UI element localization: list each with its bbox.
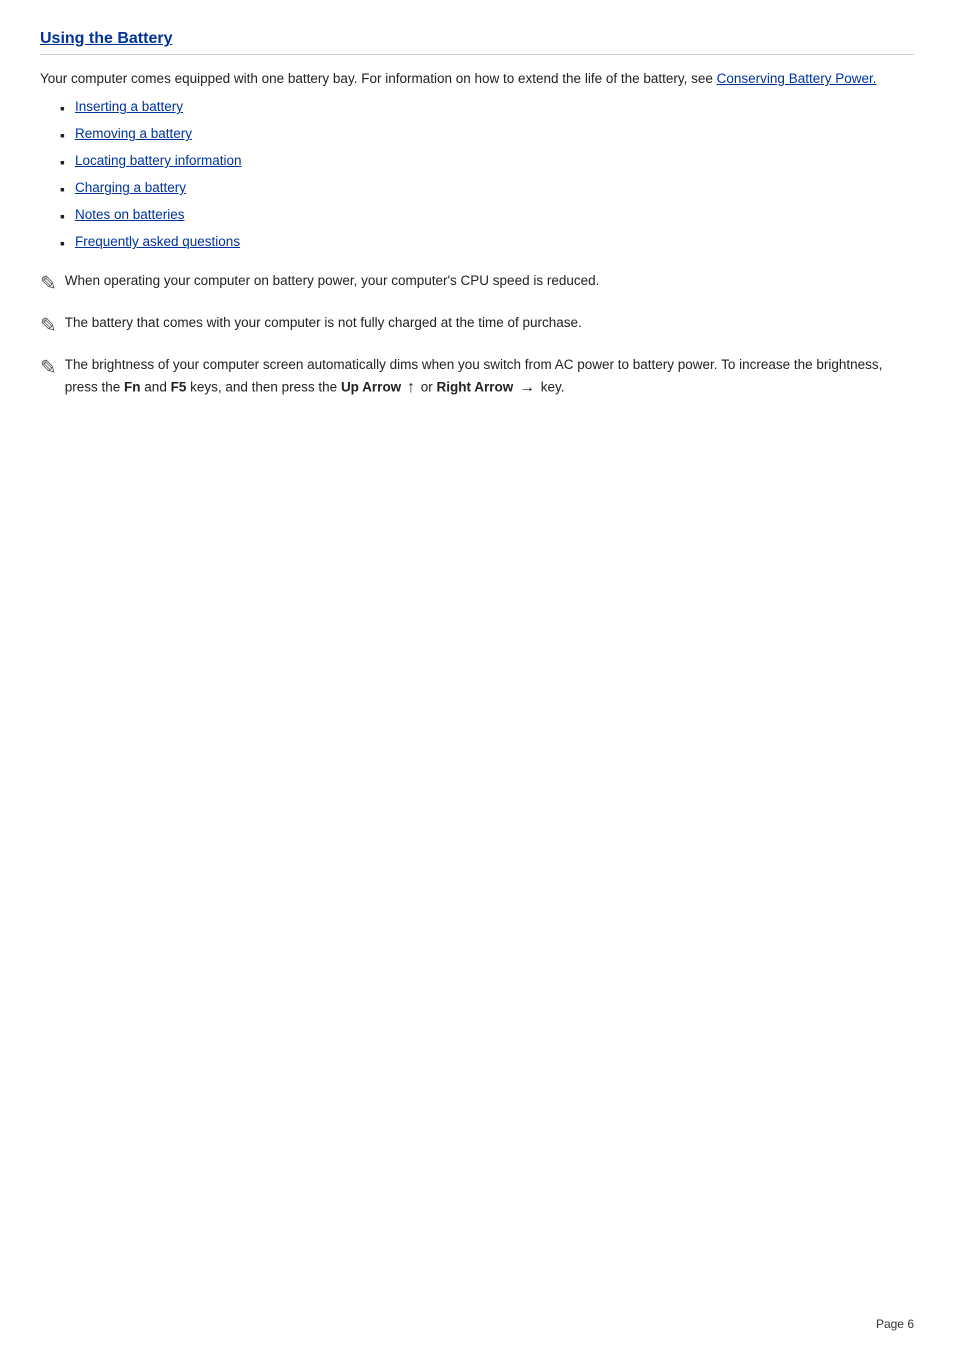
note-icon-3: ✎ — [40, 353, 57, 383]
list-item: Removing a battery — [60, 126, 914, 143]
note3-text-end: key. — [537, 379, 565, 394]
note3-and: and — [141, 379, 171, 394]
note3-f5: F5 — [171, 379, 187, 394]
right-arrow-icon: → — [519, 376, 535, 400]
faq-link[interactable]: Frequently asked questions — [75, 234, 240, 249]
note3-up-arrow-label: Up Arrow — [341, 379, 401, 394]
note-icon-1: ✎ — [40, 269, 57, 299]
page-container: Using the Battery Your computer comes eq… — [0, 0, 954, 474]
intro-text: Your computer comes equipped with one ba… — [40, 71, 713, 86]
topic-list: Inserting a battery Removing a battery L… — [60, 99, 914, 251]
list-item: Inserting a battery — [60, 99, 914, 116]
note-block-3: ✎ The brightness of your computer screen… — [40, 355, 914, 399]
up-arrow-icon: ↑ — [407, 376, 415, 400]
note3-text-mid3: or — [417, 379, 437, 394]
locating-battery-link[interactable]: Locating battery information — [75, 153, 242, 168]
list-item: Frequently asked questions — [60, 234, 914, 251]
removing-battery-link[interactable]: Removing a battery — [75, 126, 192, 141]
note-text-1: When operating your computer on battery … — [65, 271, 600, 291]
page-footer: Page 6 — [876, 1317, 914, 1331]
charging-battery-link[interactable]: Charging a battery — [75, 180, 186, 195]
note-text-2: The battery that comes with your compute… — [65, 313, 582, 333]
inserting-battery-link[interactable]: Inserting a battery — [75, 99, 183, 114]
note-icon-2: ✎ — [40, 311, 57, 341]
note3-right-arrow-label: Right Arrow — [436, 379, 513, 394]
list-item: Notes on batteries — [60, 207, 914, 224]
notes-batteries-link[interactable]: Notes on batteries — [75, 207, 185, 222]
list-item: Charging a battery — [60, 180, 914, 197]
intro-paragraph: Your computer comes equipped with one ba… — [40, 69, 914, 89]
note-block-2: ✎ The battery that comes with your compu… — [40, 313, 914, 341]
note3-fn: Fn — [124, 379, 141, 394]
note3-text-mid2: keys, and then press the — [186, 379, 341, 394]
list-item: Locating battery information — [60, 153, 914, 170]
note-text-3: The brightness of your computer screen a… — [65, 355, 914, 399]
page-title: Using the Battery — [40, 30, 914, 55]
conserving-battery-link[interactable]: Conserving Battery Power. — [717, 71, 877, 86]
note-block-1: ✎ When operating your computer on batter… — [40, 271, 914, 299]
